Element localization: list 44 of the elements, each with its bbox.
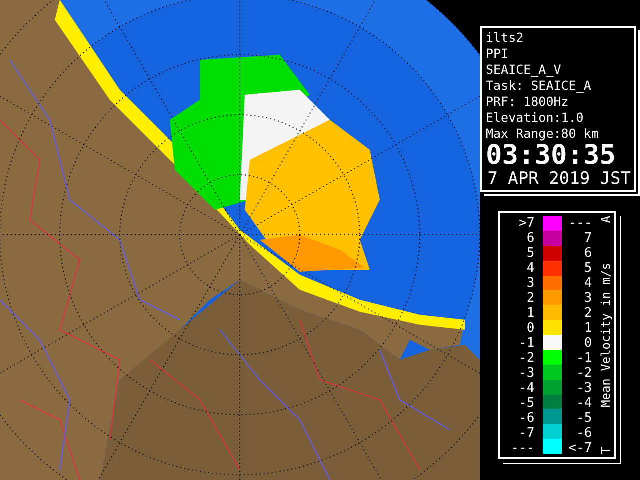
scale-label: -5 <box>576 411 592 426</box>
scale-label: 0 <box>583 336 592 351</box>
legend-mark: A <box>599 216 614 224</box>
info-text: PPI <box>486 46 510 62</box>
scale-label: -3 <box>576 381 592 396</box>
info-text: Task: SEAICE_A <box>486 78 592 94</box>
info-text: PRF: 1800Hz <box>486 94 570 110</box>
scale-label: -1 <box>576 351 592 366</box>
scale-label: >7 <box>518 216 535 231</box>
scale-label: -3 <box>518 366 535 381</box>
scale-label: 5 <box>583 261 592 276</box>
scale-label: 4 <box>583 276 592 291</box>
scale-label: 5 <box>526 246 535 261</box>
legend-mark: T <box>599 446 614 454</box>
scale-label: <-7 <box>568 441 592 456</box>
info-text: Max Range:80 km <box>486 126 600 142</box>
scale-label: -5 <box>518 396 535 411</box>
scale-label: -6 <box>518 411 535 426</box>
scale-label: --- <box>510 441 535 456</box>
scale-label: 3 <box>583 291 592 306</box>
scale-label: 3 <box>526 276 535 291</box>
scan-time: 03:30:35 <box>486 142 618 170</box>
scale-label: 6 <box>526 231 535 246</box>
legend-title: Mean Velocity in m/s <box>599 262 614 408</box>
scale-label: -4 <box>518 381 535 396</box>
scale-label: 7 <box>583 231 592 246</box>
scale-label: 6 <box>583 246 592 261</box>
scale-label: --- <box>568 216 592 231</box>
info-text: SEAICE_A_V <box>486 62 562 78</box>
scale-label: -7 <box>518 426 535 441</box>
scale-label: 0 <box>526 321 535 336</box>
scale-label: 4 <box>526 261 535 276</box>
scan-date: 7 APR 2019 JST <box>486 170 631 189</box>
scale-label: -6 <box>576 426 592 441</box>
scale-label: -1 <box>518 336 535 351</box>
scale-label: -2 <box>576 366 592 381</box>
scale-label: 2 <box>583 306 592 321</box>
scale-label: 1 <box>526 306 535 321</box>
scale-label: 1 <box>583 321 592 336</box>
scale-label: 2 <box>526 291 535 306</box>
scale-label: -2 <box>518 351 535 366</box>
info-text: Elevation:1.0 <box>486 110 585 126</box>
info-text: ilts2 <box>486 30 525 46</box>
scale-label: -4 <box>576 396 592 411</box>
